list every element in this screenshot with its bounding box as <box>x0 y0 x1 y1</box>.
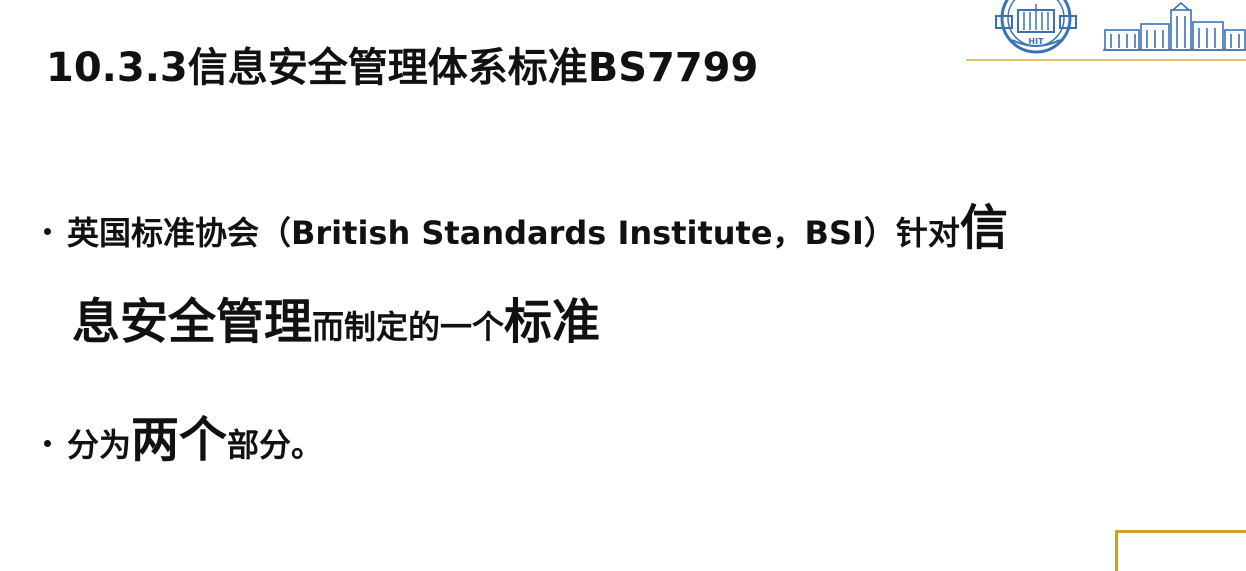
slide-title: 10.3.3信息安全管理体系标准BS7799 <box>46 45 759 91</box>
decorative-corner-frame <box>1115 530 1246 571</box>
bullet2-text-2: 部分。 <box>227 426 324 464</box>
slide: 10.3.3信息安全管理体系标准BS7799 HIT 英国标准协会（Britis… <box>0 0 1246 571</box>
bullet-icon <box>44 439 51 447</box>
campus-building-icon <box>1103 2 1246 51</box>
bullet1-emphasis-1: 信 <box>959 200 1008 256</box>
university-emblem-icon: HIT <box>995 0 1077 54</box>
bullet1-text-2: 而制定的一个 <box>312 308 505 346</box>
bullet-item-bsi-definition: 英国标准协会（British Standards Institute，BSI）针… <box>44 196 1008 265</box>
bullet2-emphasis: 两个 <box>131 412 228 468</box>
header-divider <box>966 59 1246 61</box>
bullet1-emphasis-3: 标准 <box>504 294 601 350</box>
bullet1-emphasis-2: 息安全管理 <box>72 294 313 350</box>
bullet1-text: 英国标准协会（British Standards Institute，BSI）针… <box>67 214 960 252</box>
bullet-item-bsi-definition-continued: 息安全管理而制定的一个标准 <box>72 290 600 365</box>
emblem-text: HIT <box>1028 37 1044 46</box>
bullet-icon <box>44 227 51 235</box>
bullet2-text: 分为 <box>67 426 132 464</box>
bullet-item-two-parts: 分为两个部分。 <box>44 408 323 477</box>
